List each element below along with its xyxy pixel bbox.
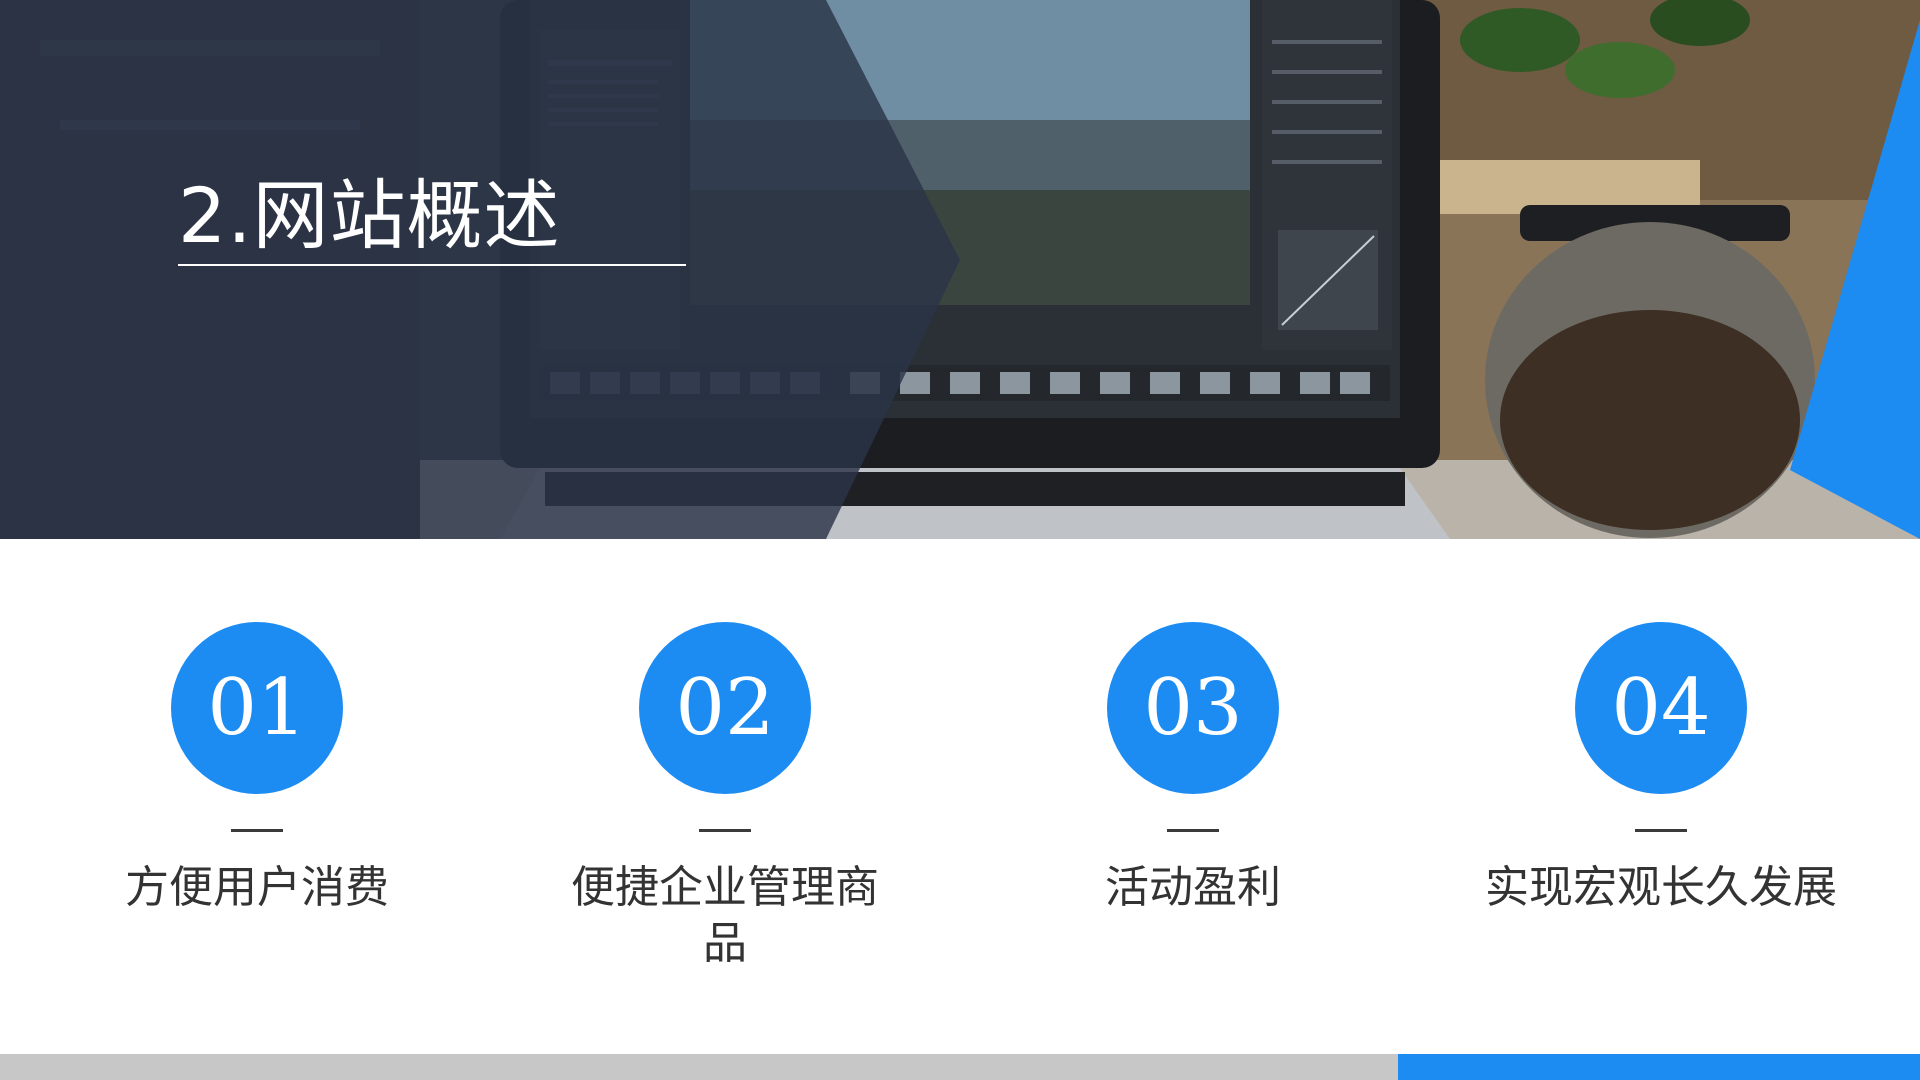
divider-dash [1635,829,1687,832]
feature-item-3: 03 活动盈利 [959,622,1427,982]
feature-label: 实现宏观长久发展 [1485,862,1837,913]
number-circle: 03 [1107,622,1279,794]
divider-dash [231,829,283,832]
footer-blue-bar [1398,1054,1920,1080]
divider-dash [1167,829,1219,832]
number-circle: 04 [1575,622,1747,794]
feature-item-4: 04 实现宏观长久发展 [1427,622,1895,982]
feature-number: 01 [207,663,307,753]
feature-label: 便捷企业管理商品 [571,862,879,969]
blue-accent-wedge [1790,20,1920,539]
title-underline [178,264,686,266]
number-circle: 01 [171,622,343,794]
hero-banner: 2.网站概述 [0,0,1920,539]
number-circle: 02 [639,622,811,794]
footer-gray-bar [0,1054,1398,1080]
feature-item-1: 01 方便用户消费 [23,622,491,982]
feature-item-2: 02 便捷企业管理商品 [491,622,959,982]
divider-dash [699,829,751,832]
feature-number: 03 [1143,663,1243,753]
feature-label: 方便用户消费 [125,862,389,913]
feature-number: 04 [1611,663,1711,753]
feature-label: 活动盈利 [1105,862,1281,913]
page-title: 2.网站概述 [178,171,561,260]
feature-number: 02 [675,663,775,753]
